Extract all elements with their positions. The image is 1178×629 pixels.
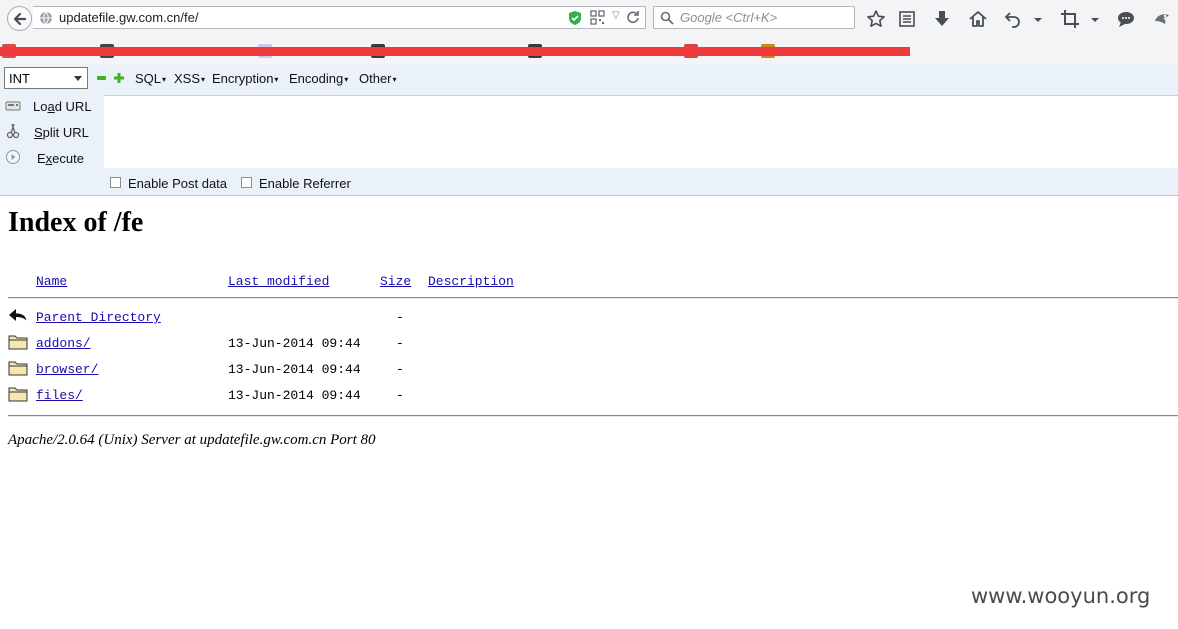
back-button[interactable] (7, 6, 32, 31)
bookmark-star-icon[interactable] (866, 9, 886, 29)
menu-dropdown-icon: ▾ (344, 75, 349, 84)
play-icon (6, 150, 20, 164)
encoding-menu-label: Encoding (289, 71, 344, 86)
server-signature: Apache/2.0.64 (Unix) Server at updatefil… (8, 432, 376, 448)
reload-icon[interactable] (626, 10, 640, 24)
divider (8, 297, 1178, 299)
hackbar-actions: Load URL Split URL Execute (0, 95, 104, 168)
plus-icon[interactable] (113, 72, 125, 84)
redaction-bar (0, 47, 910, 56)
search-input[interactable]: Google <Ctrl+K> (653, 6, 855, 29)
table-row: Parent Directory - (0, 306, 1178, 332)
column-header-description[interactable]: Description (428, 274, 514, 289)
extension-icon[interactable] (1152, 9, 1172, 29)
hackbar-toolbar: INT SQL▾ XSS▾ Encryption▾ Encoding▾ Othe… (0, 65, 1178, 95)
split-url-label-key: S (34, 125, 43, 140)
xss-menu-label: XSS (174, 71, 201, 86)
page-title: Index of /fe (8, 207, 144, 238)
folder-icon (8, 335, 28, 350)
load-url-button[interactable]: Load URL (0, 95, 104, 117)
reading-list-icon[interactable] (897, 9, 917, 29)
column-header-size[interactable]: Size (380, 274, 411, 289)
url-dropdown-icon[interactable]: ▽ (612, 10, 620, 21)
load-url-label: Load URL (33, 99, 92, 114)
table-row: addons/ 13-Jun-2014 09:44 - (0, 332, 1178, 358)
size-cell: - (396, 362, 404, 377)
menu-dropdown-icon: ▾ (162, 75, 167, 84)
home-icon[interactable] (968, 9, 988, 29)
minus-icon[interactable] (97, 76, 106, 80)
search-icon (660, 11, 674, 25)
column-header-name[interactable]: Name (36, 274, 67, 289)
encoding-menu[interactable]: Encoding▾ (289, 71, 348, 86)
xss-menu[interactable]: XSS▾ (174, 71, 205, 86)
directory-link[interactable]: browser/ (36, 362, 98, 377)
url-text: updatefile.gw.com.cn/fe/ (59, 10, 199, 25)
scissors-icon (6, 123, 20, 139)
load-url-icon (5, 101, 21, 111)
dropdown-icon[interactable] (1088, 9, 1102, 29)
qr-code-icon[interactable] (590, 10, 605, 25)
int-select-value: INT (9, 71, 30, 86)
load-url-label-key: a (47, 99, 55, 114)
sql-menu-label: SQL (135, 71, 162, 86)
url-bar[interactable]: updatefile.gw.com.cn/fe/ ▽ (33, 6, 646, 29)
directory-link[interactable]: addons/ (36, 336, 91, 351)
shield-icon[interactable] (568, 10, 582, 26)
watermark: www.wooyun.org (971, 584, 1151, 608)
last-modified-cell: 13-Jun-2014 09:44 (228, 362, 361, 377)
other-menu-label: Other (359, 71, 392, 86)
column-header-last-modified[interactable]: Last modified (228, 274, 329, 289)
divider (8, 415, 1178, 417)
load-url-label-post: d URL (54, 99, 92, 114)
menu-dropdown-icon: ▾ (201, 75, 206, 84)
enable-referrer-checkbox[interactable] (241, 177, 252, 188)
encryption-menu-label: Encryption (212, 71, 274, 86)
enable-post-checkbox[interactable] (110, 177, 121, 188)
split-url-label-post: plit URL (42, 125, 89, 140)
download-icon[interactable] (932, 9, 952, 29)
menu-dropdown-icon: ▾ (274, 75, 279, 84)
chevron-down-icon (74, 76, 82, 81)
int-select[interactable]: INT (4, 67, 88, 89)
hackbar-url-textarea[interactable] (104, 95, 1178, 168)
back-arrow-icon (13, 12, 27, 26)
size-cell: - (396, 336, 404, 351)
split-url-label: Split URL (34, 125, 89, 140)
chat-icon[interactable] (1116, 9, 1136, 29)
folder-icon (8, 361, 28, 376)
other-menu[interactable]: Other▾ (359, 71, 397, 86)
back-arrow-icon (9, 309, 28, 322)
execute-label-post: ecute (52, 151, 84, 166)
size-cell: - (396, 310, 404, 325)
execute-button[interactable]: Execute (0, 147, 104, 169)
encryption-menu[interactable]: Encryption▾ (212, 71, 278, 86)
hackbar-options: Enable Post data Enable Referrer (0, 168, 1178, 196)
bookmarks-bar (0, 37, 1178, 65)
last-modified-cell: 13-Jun-2014 09:44 (228, 388, 361, 403)
last-modified-cell: 13-Jun-2014 09:44 (228, 336, 361, 351)
crop-icon[interactable] (1060, 9, 1080, 29)
execute-label: Execute (37, 151, 84, 166)
globe-icon (40, 11, 52, 25)
size-cell: - (396, 388, 404, 403)
directory-link[interactable]: files/ (36, 388, 83, 403)
load-url-label-pre: Lo (33, 99, 48, 114)
menu-dropdown-icon: ▾ (392, 75, 397, 84)
folder-icon (8, 387, 28, 402)
dropdown-icon[interactable] (1031, 9, 1045, 29)
sql-menu[interactable]: SQL▾ (135, 71, 166, 86)
search-placeholder: Google <Ctrl+K> (680, 10, 778, 25)
undo-icon[interactable] (1003, 9, 1023, 29)
table-row: files/ 13-Jun-2014 09:44 - (0, 384, 1178, 410)
split-url-button[interactable]: Split URL (0, 121, 104, 143)
execute-label-pre: E (37, 151, 46, 166)
page-content: Index of /fe Name Last modified Size Des… (0, 196, 1178, 629)
table-row: browser/ 13-Jun-2014 09:44 - (0, 358, 1178, 384)
parent-directory-link[interactable]: Parent Directory (36, 310, 161, 325)
enable-post-label[interactable]: Enable Post data (128, 176, 227, 191)
navigation-bar: updatefile.gw.com.cn/fe/ ▽ Google <Ctrl+… (0, 0, 1178, 37)
enable-referrer-label[interactable]: Enable Referrer (259, 176, 351, 191)
